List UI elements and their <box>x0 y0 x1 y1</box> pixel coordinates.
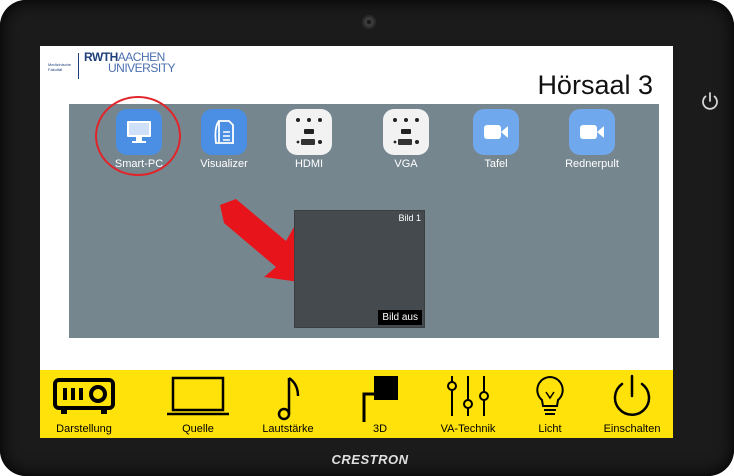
bottom-item-va-technik[interactable]: VA-Technik <box>428 370 508 438</box>
camera-lens <box>362 15 376 29</box>
bottom-item-quelle[interactable]: Quelle <box>158 370 238 438</box>
source-label: Visualizer <box>200 158 248 170</box>
source-tile <box>116 109 162 155</box>
bottom-item-label: VA-Technik <box>440 423 496 435</box>
source-label: Smart-PC <box>114 158 164 170</box>
faculty-label: Medizinische Fakultät <box>48 62 72 72</box>
brand-label: CRESTRON <box>331 452 409 467</box>
bottom-item-label: Darstellung <box>56 423 112 435</box>
source-tile <box>473 109 519 155</box>
source-visualizer[interactable]: Visualizer <box>184 109 264 171</box>
source-tile <box>201 109 247 155</box>
light-bulb-icon <box>536 375 564 415</box>
vga-port-icon <box>393 118 419 145</box>
music-note-icon <box>277 376 300 421</box>
source-label: HDMI <box>294 158 324 170</box>
source-panel: Smart-PC Visualizer HDMI VGA Tafel Redne… <box>69 96 659 338</box>
layers-icon <box>362 376 398 422</box>
source-smart-pc[interactable]: Smart-PC <box>99 109 179 171</box>
source-tile <box>286 109 332 155</box>
bottom-item-3d[interactable]: 3D <box>340 370 420 438</box>
logo-separator <box>78 53 79 79</box>
device-bezel: CRESTRON Medizinische Fakultät RWTHAACHE… <box>0 0 734 476</box>
video-camera-icon <box>580 125 604 139</box>
bottom-item-label: Quelle <box>182 423 214 435</box>
bottom-item-label: 3D <box>372 423 388 435</box>
source-vga[interactable]: VGA <box>366 109 446 171</box>
hdmi-port-icon <box>296 118 322 145</box>
power-icon <box>613 374 651 416</box>
bottom-item-label: Einschalten <box>603 423 661 435</box>
monitor-icon <box>127 121 151 143</box>
projector-icon <box>53 378 115 414</box>
preview-name: Bild 1 <box>398 213 421 223</box>
room-title: Hörsaal 3 <box>537 70 653 100</box>
source-hdmi[interactable]: HDMI <box>269 109 349 171</box>
power-icon <box>702 92 718 110</box>
bottom-toolbar: Darstellung Quelle Lautstärke 3D VA-Tech… <box>40 370 673 438</box>
source-tafel[interactable]: Tafel <box>456 109 536 171</box>
bottom-item-label: Lautstärke <box>262 423 314 435</box>
university-logo: Medizinische Fakultät RWTHAACHEN UNIVERS… <box>46 50 176 84</box>
display-preview[interactable]: Bild 1 Bild aus <box>294 210 425 328</box>
university-name-line2: UNIVERSITY <box>108 61 176 75</box>
bottom-item-einschalten[interactable]: Einschalten <box>592 370 672 438</box>
bottom-item-label: Licht <box>538 423 562 435</box>
source-tile <box>383 109 429 155</box>
touch-screen: Medizinische Fakultät RWTHAACHEN UNIVERS… <box>40 46 673 438</box>
source-tile <box>569 109 615 155</box>
sliders-icon <box>447 376 489 416</box>
document-camera-icon <box>214 120 234 144</box>
source-rednerpult[interactable]: Rednerpult <box>552 109 632 171</box>
source-label: VGA <box>394 158 418 170</box>
bottom-item-lautstaerke[interactable]: Lautstärke <box>248 370 328 438</box>
picture-off-button[interactable]: Bild aus <box>378 310 422 325</box>
source-label: Tafel <box>484 158 508 170</box>
hardware-power-button[interactable] <box>697 88 723 114</box>
laptop-icon <box>167 376 229 416</box>
bottom-item-licht[interactable]: Licht <box>510 370 590 438</box>
video-camera-icon <box>484 125 508 139</box>
source-label: Rednerpult <box>565 158 619 170</box>
bottom-item-darstellung[interactable]: Darstellung <box>42 370 126 438</box>
